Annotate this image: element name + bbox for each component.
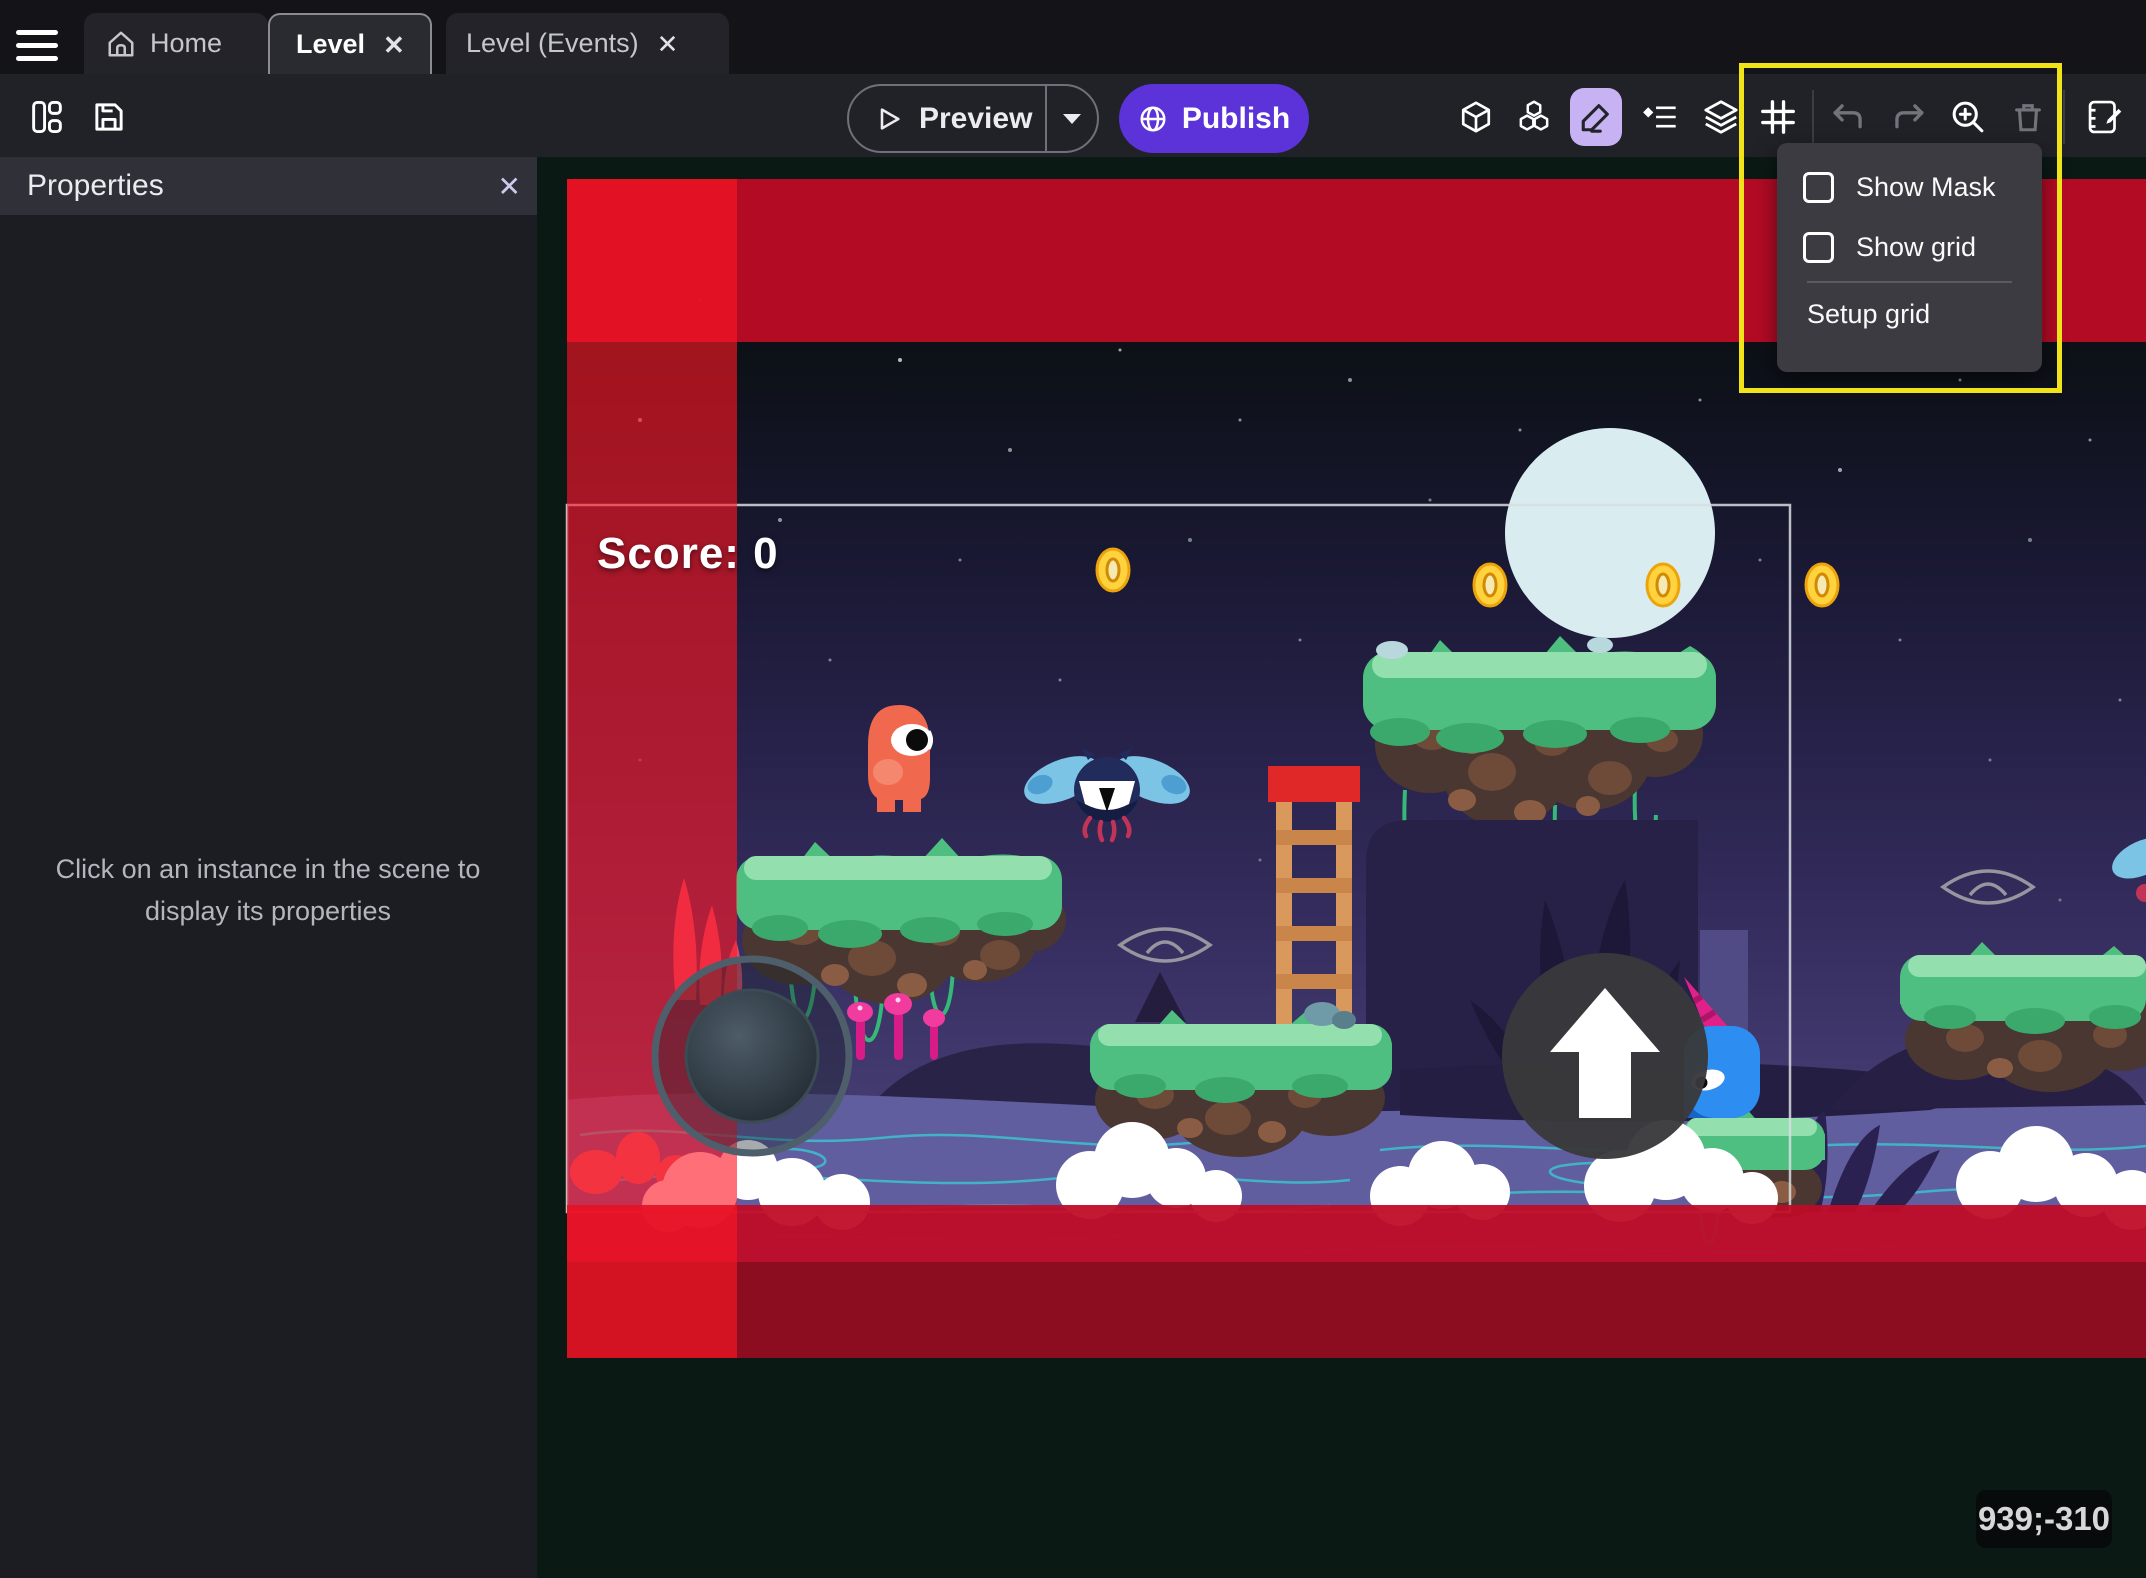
redo-icon[interactable] <box>1885 94 1931 140</box>
tab-label: Level (Events) <box>466 28 639 59</box>
publish-label: Publish <box>1182 102 1290 136</box>
properties-panel-header: Properties ✕ <box>0 157 537 215</box>
close-icon[interactable]: ✕ <box>498 170 521 203</box>
menu-item-show-grid[interactable]: Show grid <box>1777 217 2042 277</box>
publish-button[interactable]: Publish <box>1119 84 1309 153</box>
panel-title: Properties <box>27 169 164 203</box>
properties-panel: Properties ✕ Click on an instance in the… <box>0 157 537 1578</box>
floating-island-right[interactable] <box>1900 942 2146 1092</box>
instances-list-icon[interactable] <box>1637 94 1683 140</box>
jump-button[interactable] <box>1502 953 1708 1159</box>
grid-icon[interactable] <box>1755 94 1801 140</box>
chevron-down-icon <box>1061 112 1083 126</box>
close-icon[interactable]: ✕ <box>383 32 405 58</box>
menu-item-label: Show Mask <box>1856 172 1996 203</box>
preview-button[interactable]: Preview <box>847 84 1099 153</box>
tab-bar: Home Level ✕ Level (Events) ✕ <box>0 0 2146 74</box>
menu-item-setup-grid[interactable]: Setup grid <box>1777 283 2042 345</box>
play-icon <box>875 105 903 133</box>
objects-icon[interactable] <box>1511 94 1557 140</box>
score-text-instance[interactable]: Score: 0 <box>597 529 779 579</box>
tab-home[interactable]: Home <box>84 13 268 74</box>
hamburger-menu-icon[interactable] <box>16 30 58 62</box>
edit-pencil-icon[interactable] <box>1573 94 1619 140</box>
cursor-coordinates-badge: 939;-310 <box>1976 1490 2112 1548</box>
tab-level-events[interactable]: Level (Events) ✕ <box>446 13 729 74</box>
trash-icon[interactable] <box>2005 94 2051 140</box>
close-icon[interactable]: ✕ <box>657 31 679 57</box>
save-icon[interactable] <box>86 94 132 140</box>
menu-item-label: Show grid <box>1856 232 1976 263</box>
home-icon <box>106 29 136 59</box>
player-character[interactable] <box>868 705 933 812</box>
3d-box-icon[interactable] <box>1453 94 1499 140</box>
tab-label: Level <box>296 29 365 60</box>
show-grid-checkbox[interactable] <box>1803 232 1834 263</box>
events-sheet-icon[interactable] <box>2082 94 2128 140</box>
show-mask-checkbox[interactable] <box>1803 172 1834 203</box>
menu-item-label: Setup grid <box>1807 299 1930 330</box>
undo-icon[interactable] <box>1826 94 1872 140</box>
menu-item-show-mask[interactable]: Show Mask <box>1777 157 2042 217</box>
tab-label: Home <box>150 28 222 59</box>
tab-level[interactable]: Level ✕ <box>268 13 432 74</box>
preview-options-dropdown[interactable] <box>1047 112 1097 126</box>
panels-layout-icon[interactable] <box>24 94 70 140</box>
panel-empty-hint: Click on an instance in the scene to dis… <box>33 849 503 933</box>
joystick-control[interactable] <box>655 959 849 1153</box>
zoom-in-icon[interactable] <box>1945 94 1991 140</box>
grid-options-menu: Show Mask Show grid Setup grid <box>1777 143 2042 372</box>
globe-icon <box>1138 104 1168 134</box>
moon[interactable] <box>1505 428 1715 638</box>
layers-icon[interactable] <box>1698 94 1744 140</box>
preview-label: Preview <box>919 102 1032 136</box>
